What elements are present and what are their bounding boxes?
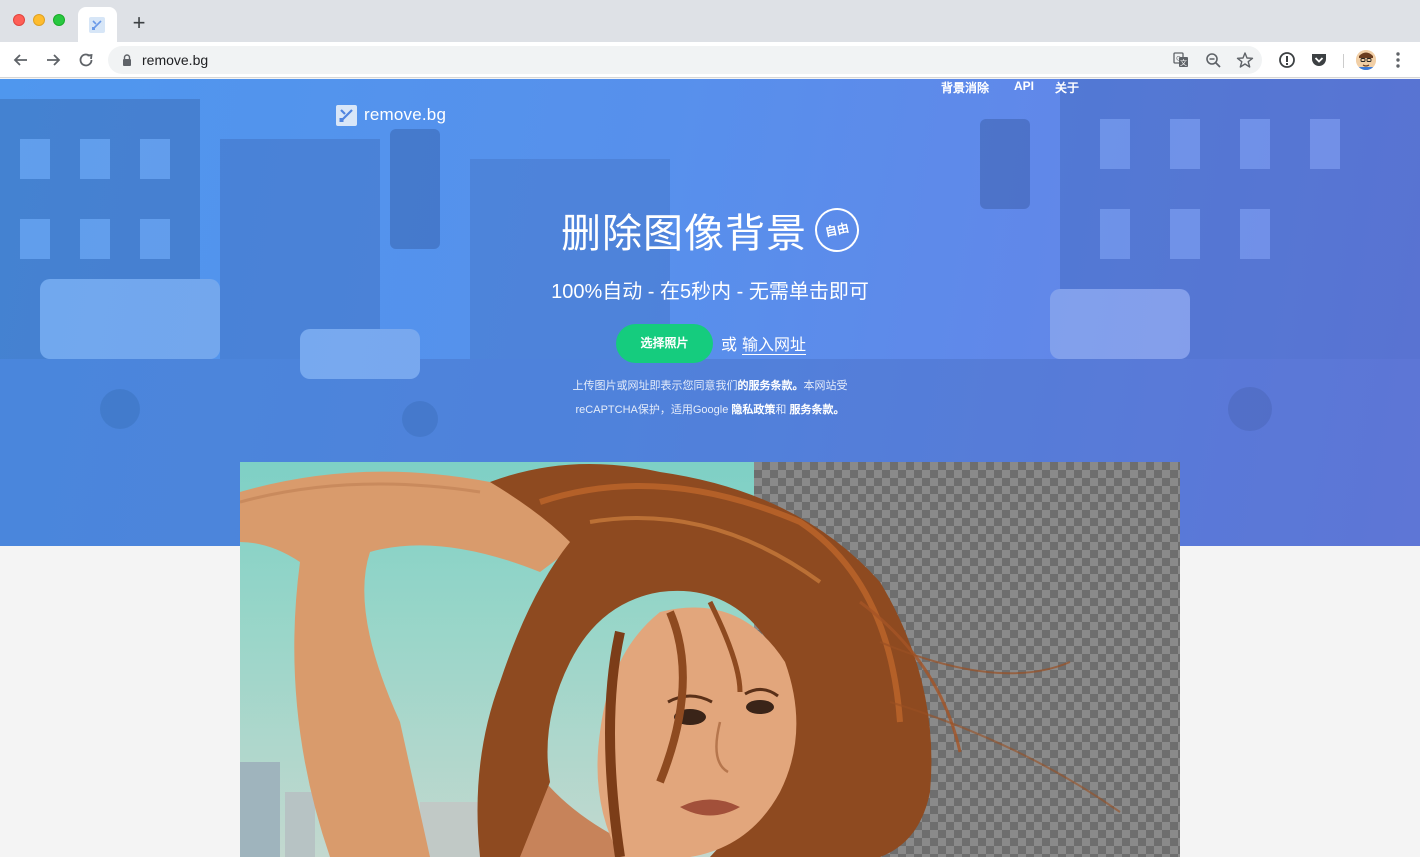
lock-icon [123, 54, 131, 66]
legal-notice: 上传图片或网址即表示您同意我们的服务条款。本网站受 reCAPTCHA保护，适用… [0, 374, 1420, 422]
brand-name: remove.bg [364, 105, 447, 124]
terms-link-2[interactable]: 服务条款。 [789, 404, 844, 416]
nav-about[interactable]: 关于 [1055, 79, 1079, 96]
translate-icon[interactable]: 文 G [1172, 51, 1190, 69]
svg-text:G: G [1176, 56, 1181, 63]
legal-line-2: reCAPTCHA保护，适用Google 隐私政策和 服务条款。 [0, 398, 1420, 422]
nav-api[interactable]: API [1014, 79, 1034, 93]
maximize-window-button[interactable] [53, 14, 65, 26]
legal-line-1-prefix: 上传图片或网址即表示您同意我们 [572, 380, 738, 392]
subheadline: 100%自动 - 在5秒内 - 无需单击即可 [551, 281, 869, 303]
upload-controls: 选择照片 或 输入网址 [616, 323, 806, 363]
star-icon[interactable] [1236, 51, 1254, 69]
svg-text:文: 文 [1180, 58, 1187, 67]
reload-icon[interactable] [76, 50, 96, 70]
avatar-face-icon [1356, 50, 1376, 70]
toolbar-divider [1343, 54, 1344, 68]
back-arrow-icon[interactable] [11, 50, 31, 70]
page-content: remove.bg 背景消除 API 关于 删除图像背景 自由 100%自动 - … [0, 79, 1420, 857]
close-window-button[interactable] [13, 14, 25, 26]
page-title: 删除图像背景 自由 [0, 201, 1420, 259]
brand-logo-link[interactable]: remove.bg [336, 104, 446, 126]
browser-toolbar: remove.bg 文 G [0, 42, 1420, 78]
headline-text: 删除图像背景 [561, 212, 807, 256]
or-text: 或 [721, 337, 738, 354]
pocket-extension-icon[interactable] [1310, 51, 1328, 69]
tab-strip: + [0, 0, 1420, 42]
free-badge: 自由 [810, 203, 864, 257]
nav-background-removal[interactable]: 背景消除 [941, 79, 989, 96]
menu-dots-icon[interactable] [1390, 50, 1406, 70]
demo-before-after-image [240, 462, 1180, 857]
info-extension-icon[interactable] [1278, 51, 1296, 69]
terms-link-1[interactable]: 的服务条款。 [738, 380, 804, 392]
demo-woman-portrait-image [240, 464, 1121, 857]
url-text: remove.bg [142, 52, 209, 68]
legal-line-1: 上传图片或网址即表示您同意我们的服务条款。本网站受 [0, 374, 1420, 398]
remove-bg-favicon-icon [89, 17, 105, 33]
browser-window: + remove.bg 文 G remove.bg 背景消除 API 关于 删除… [0, 0, 1420, 857]
privacy-policy-link[interactable]: 隐私政策 [731, 404, 775, 416]
legal-and-text: 和 [775, 404, 787, 416]
enter-url-link[interactable]: 输入网址 [742, 331, 806, 355]
tab-remove-bg[interactable] [78, 7, 117, 42]
address-bar[interactable]: remove.bg 文 G [108, 46, 1262, 74]
minimize-window-button[interactable] [33, 14, 45, 26]
zoom-out-icon[interactable] [1204, 51, 1222, 69]
forward-arrow-icon[interactable] [43, 50, 63, 70]
remove-bg-logo-icon [336, 104, 357, 126]
profile-avatar[interactable] [1356, 50, 1376, 70]
legal-line-1-suffix: 本网站受 [803, 380, 848, 392]
legal-line-2-prefix: reCAPTCHA保护，适用Google [575, 404, 729, 416]
new-tab-button[interactable]: + [128, 12, 150, 34]
select-photo-button[interactable]: 选择照片 [616, 323, 713, 363]
